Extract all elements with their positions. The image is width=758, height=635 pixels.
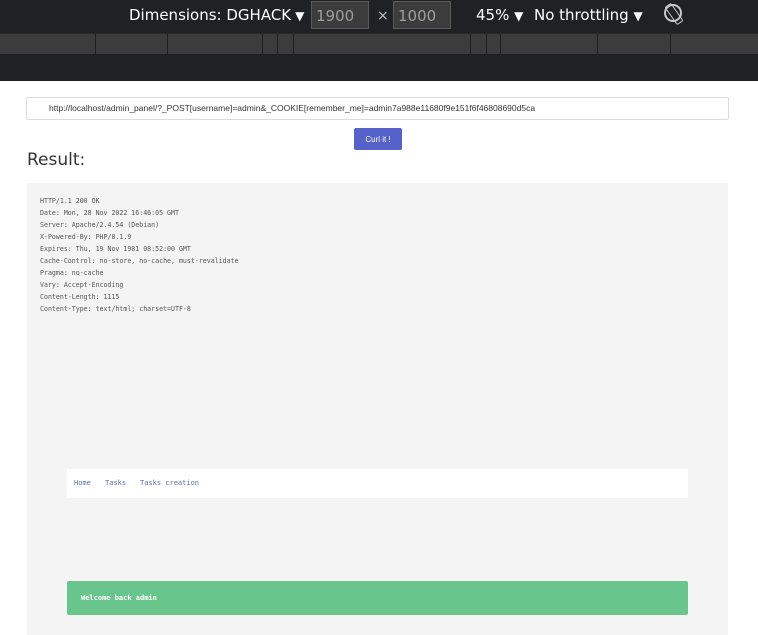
dimensions-dropdown[interactable]: Dimensions: DGHACK ▼	[129, 6, 304, 24]
zoom-dropdown[interactable]: 45% ▼	[476, 6, 523, 24]
width-input[interactable]: 1900	[311, 1, 369, 29]
media-query-ruler[interactable]	[0, 33, 758, 55]
rotate-icon[interactable]	[664, 4, 682, 22]
result-title: Result:	[27, 150, 86, 170]
zoom-label: 45%	[476, 6, 510, 24]
devtools-device-toolbar: Dimensions: DGHACK ▼ 1900 × 1000 45% ▼ No…	[0, 0, 758, 33]
result-output: HTTP/1.1 200 OK Date: Mon, 28 Nov 2022 1…	[27, 183, 728, 635]
curl-button[interactable]: Curl it !	[354, 128, 402, 150]
header-line: Content-Length: 1115	[40, 293, 120, 301]
height-input[interactable]: 1000	[393, 1, 451, 29]
throttling-dropdown[interactable]: No throttling ▼	[534, 6, 643, 24]
response-headers: HTTP/1.1 200 OK Date: Mon, 28 Nov 2022 1…	[40, 195, 239, 315]
dimensions-label: Dimensions: DGHACK	[129, 6, 292, 24]
ruler-segment	[167, 34, 168, 55]
nav-link-tasks-creation[interactable]: Tasks creation	[140, 479, 199, 487]
welcome-alert-text: Welcome back admin	[81, 594, 157, 602]
ruler-segment	[486, 34, 487, 55]
throttling-label: No throttling	[534, 6, 629, 24]
header-line: Content-Type: text/html; charset=UTF-8	[40, 305, 191, 313]
ruler-segment	[470, 34, 471, 55]
nav-link-tasks[interactable]: Tasks	[105, 479, 126, 487]
ruler-segment	[670, 34, 671, 55]
header-line: Cache-Control: no-store, no-cache, must-…	[40, 257, 239, 265]
ruler-segment	[500, 34, 501, 55]
header-line: Server: Apache/2.4.54 (Debian)	[40, 221, 160, 229]
chevron-down-icon: ▼	[633, 9, 643, 23]
nav-link-home[interactable]: Home	[74, 479, 91, 487]
ruler-segment	[277, 34, 278, 55]
ruler-segment	[262, 34, 263, 55]
header-line: HTTP/1.1 200 OK	[40, 197, 100, 205]
ruler-segment	[95, 34, 96, 55]
chevron-down-icon: ▼	[295, 9, 305, 23]
welcome-alert: Welcome back admin	[67, 581, 688, 615]
header-line: X-Powered-By: PHP/8.1.9	[40, 233, 132, 241]
rendered-navbar: Home Tasks Tasks creation	[67, 469, 688, 498]
url-input[interactable]: http://localhost/admin_panel/?_POST[user…	[26, 97, 729, 120]
ruler-segment	[597, 34, 598, 55]
header-line: Vary: Accept-Encoding	[40, 281, 124, 289]
ruler-segment	[293, 34, 294, 55]
header-line: Pragma: no-cache	[40, 269, 104, 277]
times-icon: ×	[377, 8, 389, 24]
header-line: Expires: Thu, 19 Nov 1981 08:52:00 GMT	[40, 245, 191, 253]
chevron-down-icon: ▼	[514, 9, 524, 23]
devtools-toolbar-spacer	[0, 54, 758, 81]
header-line: Date: Mon, 28 Nov 2022 16:46:05 GMT	[40, 209, 179, 217]
